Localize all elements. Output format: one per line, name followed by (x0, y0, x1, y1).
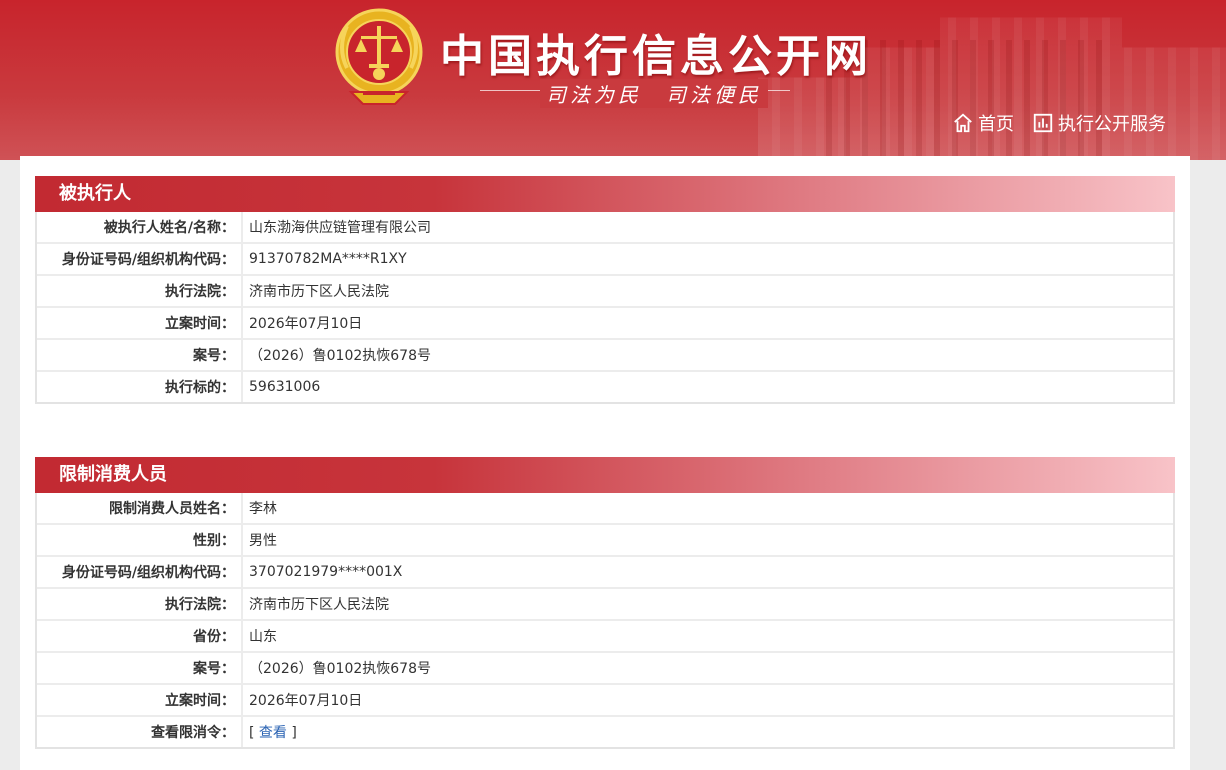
home-icon (954, 113, 972, 133)
row-value: 济南市历下区人民法院 (243, 589, 1173, 621)
info-table: 限制消费人员姓名： 李林 性别： 男性 身份证号码/组织机构代码： 370702… (35, 493, 1175, 749)
site-slogan: 司法为民 司法便民 (540, 79, 768, 108)
table-row: 立案时间： 2026年07月10日 (37, 308, 1173, 340)
row-value: [ 查看 ] (243, 717, 1173, 747)
row-label: 限制消费人员姓名： (37, 493, 243, 525)
table-row: 案号： （2026）鲁0102执恢678号 (37, 340, 1173, 372)
site-header: 中国执行信息公开网 司法为民 司法便民 首页 执行公开服务 (0, 0, 1226, 160)
row-value: 男性 (243, 525, 1173, 557)
nav-home-link[interactable]: 首页 (952, 110, 1014, 136)
view-order-link[interactable]: 查看 (259, 725, 287, 741)
nav-service-label: 执行公开服务 (1058, 114, 1166, 135)
row-value: 山东 (243, 621, 1173, 653)
site-title: 中国执行信息公开网 (440, 31, 872, 82)
bracket-close: ] (286, 725, 297, 741)
row-label: 案号： (37, 653, 243, 685)
table-row: 身份证号码/组织机构代码： 3707021979****001X (37, 557, 1173, 589)
table-row: 案号： （2026）鲁0102执恢678号 (37, 653, 1173, 685)
row-value: 济南市历下区人民法院 (243, 276, 1173, 308)
row-label: 执行法院： (37, 589, 243, 621)
row-value: 2026年07月10日 (243, 685, 1173, 717)
main-content: 被执行人 被执行人姓名/名称： 山东渤海供应链管理有限公司 身份证号码/组织机构… (20, 156, 1190, 770)
row-label: 被执行人姓名/名称： (37, 212, 243, 244)
row-label: 执行标的： (37, 372, 243, 402)
table-row: 省份： 山东 (37, 621, 1173, 653)
table-row: 执行法院： 济南市历下区人民法院 (37, 276, 1173, 308)
section-title: 限制消费人员 (35, 457, 1175, 493)
table-row: 执行标的： 59631006 (37, 372, 1173, 402)
row-value: 3707021979****001X (243, 557, 1173, 589)
row-value: 2026年07月10日 (243, 308, 1173, 340)
row-label: 性别： (37, 525, 243, 557)
table-row: 立案时间： 2026年07月10日 (37, 685, 1173, 717)
row-label: 查看限消令： (37, 717, 243, 747)
row-label: 案号： (37, 340, 243, 372)
bracket-open: [ (249, 725, 259, 741)
table-row: 限制消费人员姓名： 李林 (37, 493, 1173, 525)
table-row: 执行法院： 济南市历下区人民法院 (37, 589, 1173, 621)
row-label: 身份证号码/组织机构代码： (37, 244, 243, 276)
court-emblem-icon (335, 8, 423, 105)
header-nav: 首页 执行公开服务 (952, 110, 1166, 136)
section-title: 被执行人 (35, 176, 1175, 212)
row-value: 91370782MA****R1XY (243, 244, 1173, 276)
row-label: 身份证号码/组织机构代码： (37, 557, 243, 589)
row-value: （2026）鲁0102执恢678号 (243, 340, 1173, 372)
nav-service-link[interactable]: 执行公开服务 (1032, 110, 1166, 136)
row-value: （2026）鲁0102执恢678号 (243, 653, 1173, 685)
table-row: 查看限消令： [ 查看 ] (37, 717, 1173, 747)
row-value: 李林 (243, 493, 1173, 525)
row-label: 执行法院： (37, 276, 243, 308)
row-label: 省份： (37, 621, 243, 653)
section-restricted-consumer: 限制消费人员 限制消费人员姓名： 李林 性别： 男性 身份证号码/组织机构代码：… (35, 457, 1175, 749)
row-value: 山东渤海供应链管理有限公司 (243, 212, 1173, 244)
row-value: 59631006 (249, 379, 321, 395)
table-row: 被执行人姓名/名称： 山东渤海供应链管理有限公司 (37, 212, 1173, 244)
section-executed-person: 被执行人 被执行人姓名/名称： 山东渤海供应链管理有限公司 身份证号码/组织机构… (35, 176, 1175, 404)
chart-icon (1033, 113, 1053, 133)
table-row: 性别： 男性 (37, 525, 1173, 557)
nav-home-label: 首页 (978, 114, 1014, 135)
info-table: 被执行人姓名/名称： 山东渤海供应链管理有限公司 身份证号码/组织机构代码： 9… (35, 212, 1175, 404)
row-label: 立案时间： (37, 685, 243, 717)
row-label: 立案时间： (37, 308, 243, 340)
table-row: 身份证号码/组织机构代码： 91370782MA****R1XY (37, 244, 1173, 276)
